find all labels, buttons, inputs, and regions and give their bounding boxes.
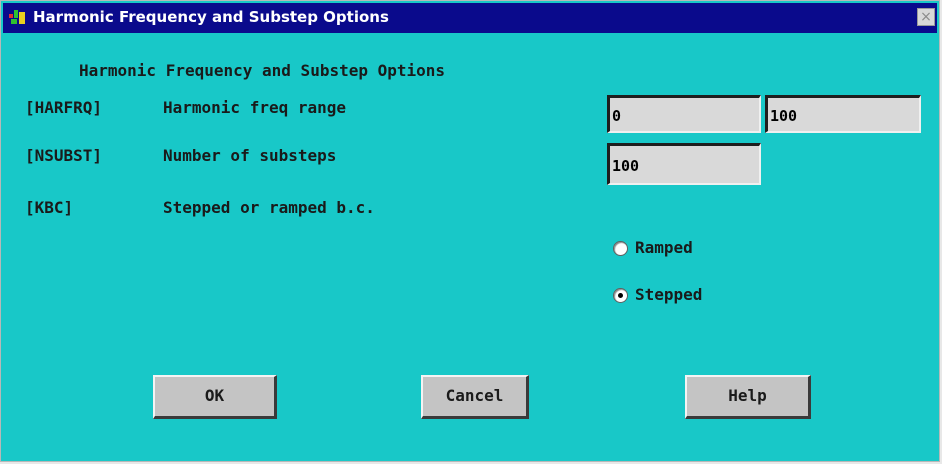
dialog-window: Harmonic Frequency and Substep Options ×… bbox=[0, 0, 940, 462]
close-icon[interactable]: × bbox=[917, 8, 935, 26]
radio-ramped-label: Ramped bbox=[635, 238, 693, 257]
dialog-body: Harmonic Frequency and Substep Options [… bbox=[3, 33, 937, 459]
harfrq-key: [HARFRQ] bbox=[25, 98, 103, 117]
harfrq-end-input[interactable] bbox=[765, 95, 921, 133]
radio-stepped[interactable]: Stepped bbox=[613, 285, 753, 307]
nsubst-label: Number of substeps bbox=[163, 146, 337, 165]
kbc-key: [KBC] bbox=[25, 198, 74, 217]
radio-stepped-circle[interactable] bbox=[613, 288, 628, 303]
nsubst-input[interactable] bbox=[607, 143, 761, 185]
radio-selected-dot bbox=[618, 293, 623, 298]
ok-button[interactable]: OK bbox=[153, 375, 277, 419]
dialog-heading: Harmonic Frequency and Substep Options bbox=[79, 61, 446, 80]
harfrq-start-input[interactable] bbox=[607, 95, 761, 133]
help-button[interactable]: Help bbox=[685, 375, 811, 419]
window-title: Harmonic Frequency and Substep Options bbox=[33, 8, 389, 26]
radio-stepped-label: Stepped bbox=[635, 285, 703, 304]
title-bar[interactable]: Harmonic Frequency and Substep Options × bbox=[3, 3, 937, 33]
kbc-label: Stepped or ramped b.c. bbox=[163, 198, 375, 217]
nsubst-key: [NSUBST] bbox=[25, 146, 103, 165]
cancel-button[interactable]: Cancel bbox=[421, 375, 529, 419]
radio-ramped[interactable]: Ramped bbox=[613, 238, 753, 260]
app-icon bbox=[9, 10, 27, 26]
harfrq-label: Harmonic freq range bbox=[163, 98, 347, 117]
radio-ramped-circle[interactable] bbox=[613, 241, 628, 256]
